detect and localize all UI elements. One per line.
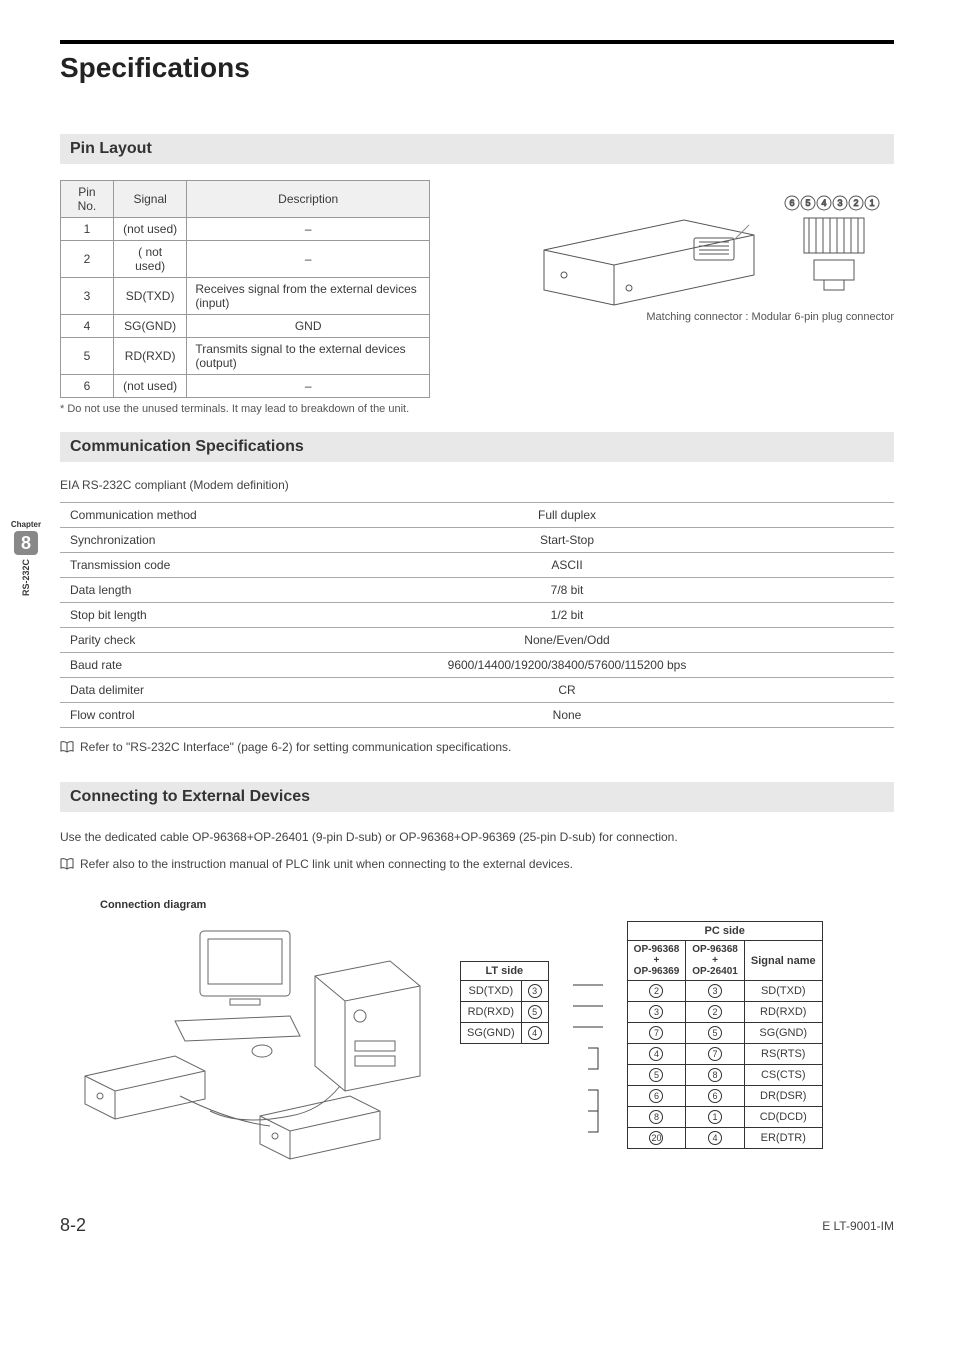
desc-col-header: Description bbox=[187, 181, 430, 218]
device-illustration bbox=[534, 180, 764, 310]
section-connecting: Connecting to External Devices bbox=[60, 782, 894, 812]
table-row: SD(TXD)3 bbox=[461, 981, 549, 1002]
chapter-label: Chapter bbox=[8, 520, 44, 529]
doc-id: E LT-9001-IM bbox=[822, 1219, 894, 1233]
section-comm-spec: Communication Specifications bbox=[60, 432, 894, 462]
table-row: 2( not used)– bbox=[61, 241, 430, 278]
table-row: 81CD(DCD) bbox=[627, 1107, 822, 1128]
table-row: SynchronizationStart-Stop bbox=[60, 528, 894, 553]
page-number: 8-2 bbox=[60, 1215, 86, 1236]
table-row: Communication methodFull duplex bbox=[60, 503, 894, 528]
reference-line-2: Refer also to the instruction manual of … bbox=[60, 857, 894, 871]
book-icon bbox=[60, 858, 74, 870]
table-row: RD(RXD)5 bbox=[461, 1002, 549, 1023]
table-row: 58CS(CTS) bbox=[627, 1065, 822, 1086]
lt-side-table: LT side SD(TXD)3 RD(RXD)5 SG(GND)4 bbox=[460, 961, 549, 1044]
compliance-text: EIA RS-232C compliant (Modem definition) bbox=[60, 478, 894, 492]
pc-side-table: PC side OP-96368+OP-96369 OP-96368+OP-26… bbox=[627, 921, 823, 1149]
table-row: Flow controlNone bbox=[60, 703, 894, 728]
pin-footnote: * Do not use the unused terminals. It ma… bbox=[60, 402, 430, 416]
table-row: Data length7/8 bit bbox=[60, 578, 894, 603]
svg-text:3: 3 bbox=[837, 198, 842, 208]
pin-table: Pin No. Signal Description 1(not used)– … bbox=[60, 180, 430, 398]
table-row: SG(GND)4 bbox=[461, 1023, 549, 1044]
table-row: 66DR(DSR) bbox=[627, 1086, 822, 1107]
chapter-side-text: RS-232C bbox=[21, 559, 31, 596]
pin-col-header: Pin No. bbox=[61, 181, 114, 218]
svg-text:5: 5 bbox=[805, 198, 810, 208]
table-row: Transmission codeASCII bbox=[60, 553, 894, 578]
page-title: Specifications bbox=[60, 52, 894, 84]
table-row: 47RS(RTS) bbox=[627, 1044, 822, 1065]
table-row: Stop bit length1/2 bit bbox=[60, 603, 894, 628]
pc-side-header: PC side bbox=[627, 922, 822, 941]
table-row: Baud rate9600/14400/19200/38400/57600/11… bbox=[60, 653, 894, 678]
svg-text:1: 1 bbox=[869, 198, 874, 208]
table-row: 32RD(RXD) bbox=[627, 1002, 822, 1023]
connector-note: Matching connector : Modular 6-pin plug … bbox=[460, 310, 894, 324]
svg-text:4: 4 bbox=[821, 198, 826, 208]
wiring-lines bbox=[573, 965, 603, 1175]
connecting-text-1: Use the dedicated cable OP-96368+OP-2640… bbox=[60, 828, 894, 847]
connection-diagram-illustration bbox=[60, 921, 440, 1171]
title-bar: Specifications bbox=[60, 40, 894, 84]
lt-side-header: LT side bbox=[461, 962, 549, 981]
svg-text:6: 6 bbox=[789, 198, 794, 208]
table-row: 75SG(GND) bbox=[627, 1023, 822, 1044]
section-pin-layout: Pin Layout bbox=[60, 134, 894, 164]
table-row: 5RD(RXD)Transmits signal to the external… bbox=[61, 338, 430, 375]
table-row: 3SD(TXD)Receives signal from the externa… bbox=[61, 278, 430, 315]
table-row: Data delimiterCR bbox=[60, 678, 894, 703]
book-icon bbox=[60, 741, 74, 753]
table-row: 23SD(TXD) bbox=[627, 981, 822, 1002]
signal-name-header: Signal name bbox=[744, 941, 822, 981]
table-row: 204ER(DTR) bbox=[627, 1128, 822, 1149]
svg-text:2: 2 bbox=[853, 198, 858, 208]
table-row: 6(not used)– bbox=[61, 375, 430, 398]
chapter-tab: Chapter 8 RS-232C bbox=[8, 520, 44, 600]
connection-diagram-label: Connection diagram bbox=[100, 899, 894, 911]
page-footer: 8-2 E LT-9001-IM bbox=[60, 1215, 894, 1236]
reference-line-1: Refer to "RS-232C Interface" (page 6-2) … bbox=[60, 740, 894, 754]
table-row: 1(not used)– bbox=[61, 218, 430, 241]
signal-col-header: Signal bbox=[113, 181, 186, 218]
table-row: 4SG(GND)GND bbox=[61, 315, 430, 338]
chapter-number: 8 bbox=[14, 531, 38, 555]
comm-spec-table: Communication methodFull duplex Synchron… bbox=[60, 502, 894, 728]
connector-illustration: 6 5 4 3 2 1 bbox=[774, 190, 894, 300]
table-row: Parity checkNone/Even/Odd bbox=[60, 628, 894, 653]
